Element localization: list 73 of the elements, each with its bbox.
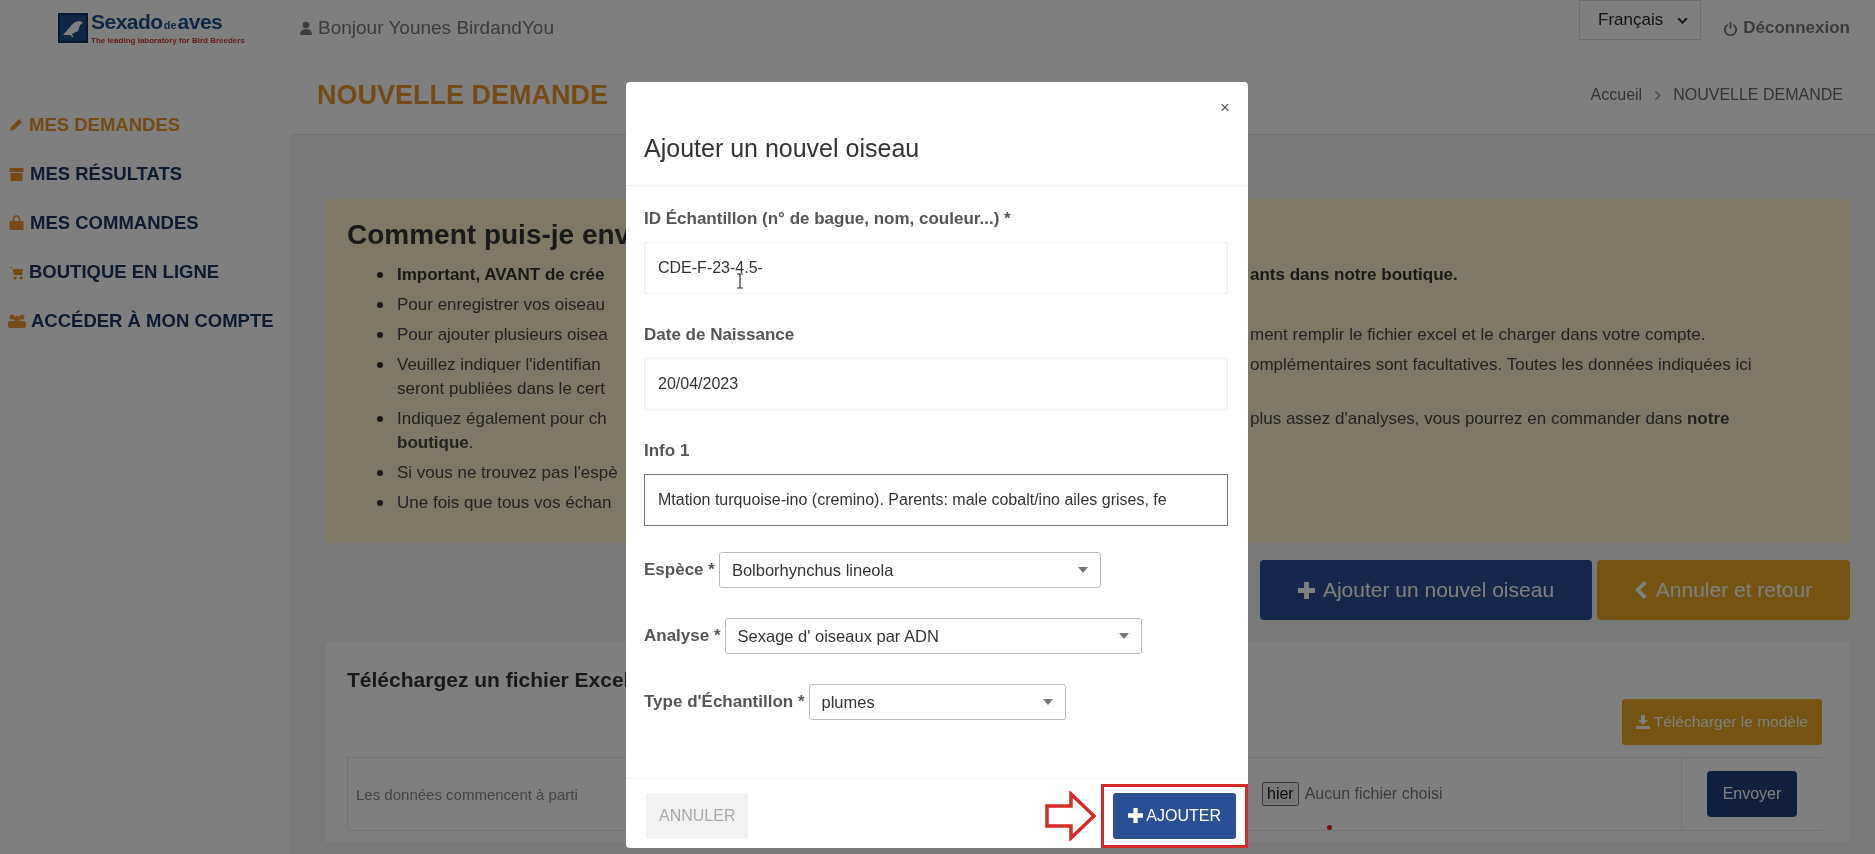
- bird-logo-icon: [58, 13, 88, 43]
- chevron-left-icon: [1634, 581, 1648, 599]
- bullet-icon: [377, 362, 383, 368]
- field-label: Espèce *: [644, 559, 715, 581]
- bullet-text: Une fois que tous vos échan: [397, 492, 612, 514]
- upload-note: Les données commencent à parti: [356, 785, 578, 803]
- bullet-text: Pour ajouter plusieurs oisea: [397, 324, 608, 346]
- plus-icon: [1297, 581, 1315, 599]
- bullet-icon: [377, 332, 383, 338]
- logo-name-end: aves: [177, 11, 223, 32]
- select-field[interactable]: plumes: [808, 684, 1066, 720]
- archive-icon: [8, 165, 25, 182]
- power-icon: [1723, 20, 1739, 36]
- download-icon: [1635, 715, 1650, 729]
- bullet-icon: [377, 272, 383, 278]
- file-status: Aucun fichier choisi: [1304, 785, 1443, 803]
- field-label: Type d'Échantillon *: [644, 691, 805, 713]
- bullet-text: ants dans notre boutique.: [1250, 264, 1458, 286]
- greeting-text: Bonjour Younes BirdandYou: [318, 17, 554, 39]
- bullet-icon: [377, 416, 383, 422]
- sidebar-item[interactable]: MES RÉSULTATS: [8, 149, 290, 198]
- bullet-text: boutique.: [397, 432, 474, 454]
- bullet-text: Pour enregistrer vos oiseau: [397, 294, 605, 316]
- sidebar-item[interactable]: BOUTIQUE EN LIGNE: [8, 247, 290, 296]
- breadcrumb-link[interactable]: Accueil: [1590, 86, 1643, 104]
- text-cursor-icon: [736, 273, 744, 289]
- input-field[interactable]: Mtation turquoise-ino (cremino). Parents: male cobalt/ino ailes grises, fe: [644, 474, 1228, 526]
- bullet-text: ment remplir le fichier excel et le charger dans votre compte.: [1250, 324, 1706, 346]
- field-label: Date de Naissance: [644, 324, 796, 346]
- sidebar-item[interactable]: MES COMMANDES: [8, 198, 290, 247]
- bullet-text: seront publiées dans le cert: [397, 378, 605, 400]
- field-label: ID Échantillon (n° de bague, nom, couleur...) *: [644, 208, 1012, 230]
- breadcrumb-current: NOUVELLE DEMANDE: [1673, 86, 1843, 104]
- language-select[interactable]: Français: [1579, 0, 1702, 40]
- chevron-right-icon: [1654, 89, 1662, 101]
- bag-icon: [8, 214, 25, 231]
- select-field[interactable]: Bolborhynchus lineola: [718, 552, 1101, 588]
- user-icon: [300, 21, 312, 35]
- modal-title: Ajouter un nouvel oiseau: [644, 134, 921, 163]
- send-button[interactable]: Envoyer: [1706, 771, 1798, 817]
- action-button[interactable]: Ajouter un nouvel oiseau: [1260, 560, 1592, 620]
- pointer-arrow: [1045, 790, 1098, 841]
- logo-connector: de: [163, 18, 177, 33]
- pencil-icon: [8, 116, 24, 133]
- select-field[interactable]: Sexage d' oiseaux par ADN: [724, 618, 1142, 654]
- plus-icon: [1128, 808, 1144, 823]
- pointer-dot-icon: [1327, 825, 1332, 830]
- bullet-icon: [377, 500, 383, 506]
- page-title: NOUVELLE DEMANDE: [317, 79, 608, 111]
- logout-link[interactable]: Déconnexion: [1723, 18, 1850, 38]
- bullet-icon: [377, 302, 383, 308]
- add-button[interactable]: AJOUTER: [1113, 792, 1236, 839]
- field-label: Info 1: [644, 440, 691, 462]
- field-label: Analyse *: [644, 625, 721, 647]
- sidebar-item[interactable]: ACCÉDER À MON COMPTE: [8, 296, 290, 345]
- bullet-text: Important, AVANT de crée: [397, 264, 605, 286]
- logo-name: Sexado: [91, 11, 163, 32]
- bullet-text: omplémentaires sont facultatives. Toutes les données indiquées ici: [1250, 354, 1752, 376]
- chevron-down-icon: [1677, 16, 1689, 24]
- dropdown-triangle-icon: [1042, 699, 1053, 705]
- bullet-text: Veuillez indiquer l'identifian: [397, 354, 601, 376]
- bullet-text: Indiquez également pour ch: [397, 408, 607, 430]
- dropdown-triangle-icon: [1118, 633, 1129, 639]
- bullet-text: Si vous ne trouvez pas l'espè: [397, 462, 618, 484]
- close-button[interactable]: ×: [1220, 98, 1230, 118]
- logo-tagline: The leading laboratory for Bird Breeders: [91, 36, 245, 45]
- choose-file-button[interactable]: hier: [1262, 782, 1299, 806]
- bullet-text: plus assez d'analyses, vous pourrez en commander dans notre: [1250, 408, 1730, 430]
- bullet-icon: [377, 470, 383, 476]
- users-icon: [8, 312, 26, 329]
- input-field[interactable]: 20/04/2023: [644, 358, 1228, 410]
- dropdown-triangle-icon: [1077, 567, 1088, 573]
- input-field[interactable]: CDE-F-23-4.5-: [644, 242, 1228, 294]
